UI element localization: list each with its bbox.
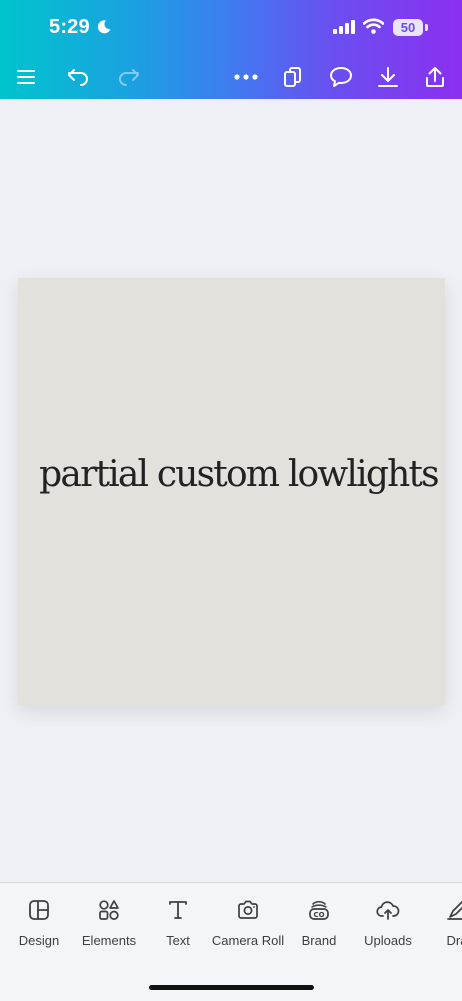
svg-text:CO: CO	[313, 911, 324, 919]
nav-brand[interactable]: CO Brand	[279, 897, 359, 957]
nav-label-elements: Elements	[81, 933, 137, 948]
nav-elements[interactable]: Elements	[69, 897, 149, 957]
brand-icon: CO	[306, 897, 332, 923]
more-icon[interactable]	[229, 60, 263, 94]
nav-design[interactable]: Design	[0, 897, 79, 957]
battery-icon: 50	[393, 19, 423, 36]
uploads-icon	[375, 897, 401, 923]
undo-icon[interactable]	[61, 60, 95, 94]
status-bar: 5:29 50	[0, 0, 462, 54]
nav-label-brand: Brand	[301, 933, 337, 948]
text-icon	[165, 897, 191, 923]
design-canvas[interactable]: partial custom lowlights	[18, 278, 445, 705]
moon-icon	[96, 19, 112, 35]
home-indicator[interactable]	[149, 985, 314, 990]
share-icon[interactable]	[418, 60, 452, 94]
canvas-text[interactable]: partial custom lowlights	[18, 454, 445, 495]
nav-label-text: Text	[166, 933, 190, 948]
top-header: 5:29 50	[0, 0, 462, 99]
wifi-icon	[362, 18, 385, 39]
nav-label-uploads: Uploads	[364, 933, 412, 948]
draw-icon	[444, 897, 462, 923]
elements-icon	[96, 897, 122, 923]
nav-camera-roll[interactable]: Camera Roll	[208, 897, 288, 957]
download-icon[interactable]	[371, 60, 405, 94]
nav-draw[interactable]: Dra	[417, 897, 462, 957]
battery-cap	[425, 24, 428, 31]
nav-text[interactable]: Text	[138, 897, 218, 957]
pages-icon[interactable]	[276, 60, 310, 94]
menu-icon[interactable]	[9, 60, 43, 94]
bottom-nav-bar: Design Elements Text Camera Roll CO Bran…	[0, 882, 462, 1001]
status-time: 5:29	[49, 16, 90, 38]
editor-toolbar	[0, 54, 462, 99]
comment-icon[interactable]	[324, 60, 358, 94]
nav-label-design: Design	[18, 933, 60, 948]
camera-icon	[235, 897, 261, 923]
design-icon	[26, 897, 52, 923]
redo-icon[interactable]	[112, 60, 146, 94]
nav-label-camera-roll: Camera Roll	[211, 933, 285, 948]
nav-uploads[interactable]: Uploads	[348, 897, 428, 957]
nav-label-draw: Dra	[446, 933, 462, 948]
cellular-signal-icon	[333, 20, 355, 39]
